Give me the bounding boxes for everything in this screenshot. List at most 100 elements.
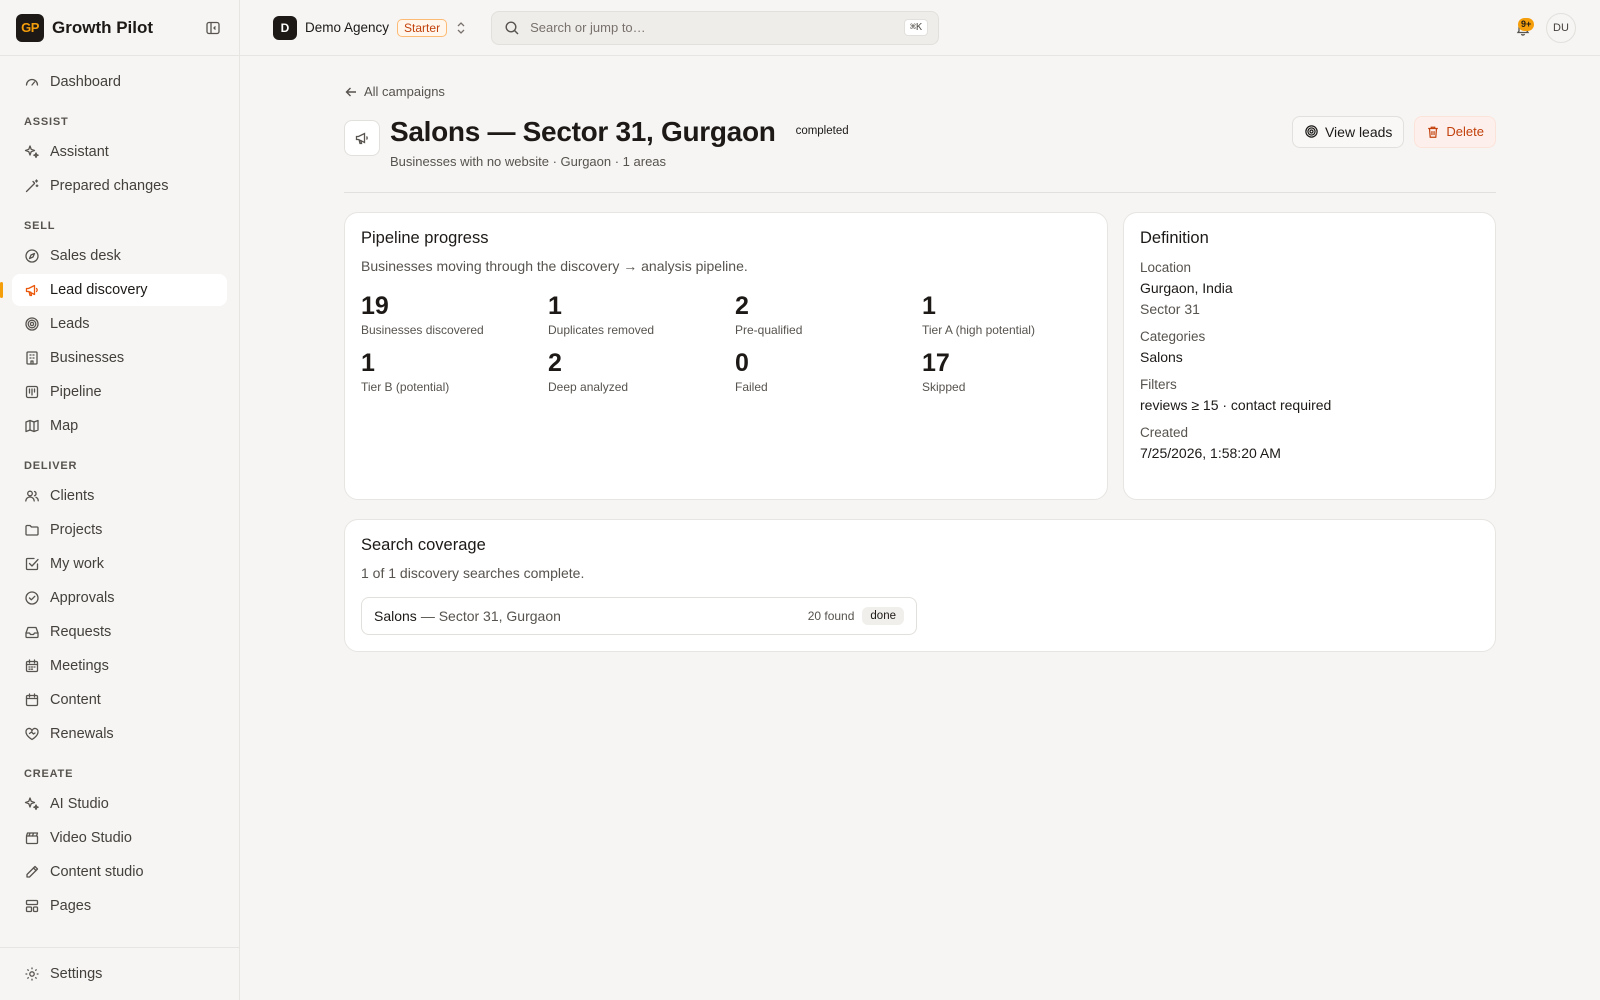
sidebar-item-ai-studio[interactable]: AI Studio (12, 788, 227, 820)
wand-icon (24, 178, 40, 194)
pen-icon (24, 864, 40, 880)
delete-button[interactable]: Delete (1414, 115, 1496, 148)
clapperboard-icon (24, 830, 40, 846)
sidebar-item-content[interactable]: Content (12, 684, 227, 716)
brand-logo[interactable]: GP (16, 13, 44, 42)
sidebar-item-label: Businesses (50, 350, 125, 366)
sidebar: GP Growth Pilot Dashboard ASSIST Assistant… (0, 0, 240, 1000)
stat-value: 2 (548, 348, 562, 377)
sidebar-item-dashboard[interactable]: Dashboard (12, 66, 227, 98)
sidebar-item-clients[interactable]: Clients (12, 480, 227, 512)
notifications-button[interactable]: 9+ (1512, 17, 1535, 39)
workspace-switcher[interactable]: D Demo Agency Starter (273, 15, 467, 40)
def-filters: Filters reviews ≥ 15 · contact required (1140, 377, 1479, 413)
topbar: D Demo Agency Starter ⌘K 9+ DU (240, 0, 1600, 56)
stat-item: 17 Skipped (922, 349, 1109, 394)
def-sub: Sector 31 (1140, 300, 1200, 317)
sidebar-item-assistant[interactable]: Assistant (12, 136, 227, 168)
def-label: Created (1140, 424, 1189, 440)
coverage-list: Salons — Sector 31, Gurgaon 20 found done (361, 596, 1479, 635)
back-link[interactable]: All campaigns (344, 84, 445, 99)
building-icon (24, 350, 40, 366)
definition-title: Definition (1140, 228, 1209, 247)
sidebar-item-requests[interactable]: Requests (12, 616, 227, 648)
kanban-icon (24, 384, 40, 400)
compass-icon (24, 248, 40, 264)
sidebar-section-deliver: DELIVER (24, 460, 78, 472)
sparkles-icon (24, 796, 40, 812)
workspace-avatar: D (273, 15, 297, 40)
megaphone-icon (344, 119, 380, 156)
target-icon (24, 316, 40, 332)
pipeline-card: Pipeline progress Businesses moving thro… (344, 211, 1109, 500)
cards-row: Pipeline progress Businesses moving thro… (344, 211, 1496, 500)
def-value: Gurgaon, India (1140, 279, 1233, 296)
sidebar-footer: Settings (0, 947, 239, 1000)
notification-badge: 9+ (1518, 17, 1535, 31)
sidebar-item-map[interactable]: Map (12, 410, 227, 442)
sidebar-item-approvals[interactable]: Approvals (12, 582, 227, 614)
sidebar-item-label: Approvals (50, 590, 115, 606)
user-avatar[interactable]: DU (1546, 12, 1576, 43)
sidebar-item-pages[interactable]: Pages (12, 890, 227, 922)
workspace-name: Demo Agency (305, 20, 390, 35)
def-label: Filters (1140, 376, 1177, 392)
stat-item: 1 Tier A (high potential) (922, 292, 1109, 337)
sidebar-item-label: My work (50, 556, 104, 572)
map-icon (24, 418, 40, 434)
def-label: Location (1140, 259, 1192, 275)
sidebar-item-prepared-changes[interactable]: Prepared changes (12, 170, 227, 202)
def-label: Categories (1140, 328, 1206, 344)
sidebar-item-label: Requests (50, 624, 112, 640)
sidebar-item-content-studio[interactable]: Content studio (12, 856, 227, 888)
arrow-left-icon (344, 85, 358, 99)
sidebar-item-leads[interactable]: Leads (12, 308, 227, 340)
gauge-icon (24, 74, 40, 90)
stat-value: 2 (735, 291, 749, 320)
sidebar-item-my-work[interactable]: My work (12, 548, 227, 580)
back-link-label: All campaigns (364, 84, 445, 99)
brand-name[interactable]: Growth Pilot (52, 18, 203, 38)
stat-label: Duplicates removed (548, 322, 655, 337)
sparkles-icon (24, 144, 40, 160)
sidebar-item-label: Pipeline (50, 384, 102, 400)
search-bar[interactable]: ⌘K (491, 10, 940, 45)
stat-label: Tier B (potential) (361, 379, 450, 394)
search-input[interactable] (530, 20, 905, 35)
search-shortcut: ⌘K (904, 19, 929, 36)
def-categories: Categories Salons (1140, 329, 1479, 365)
layout-icon (24, 898, 40, 914)
pipeline-description: Businesses moving through the discovery … (361, 257, 748, 274)
stat-value: 19 (361, 291, 389, 320)
stat-item: 2 Deep analyzed (548, 349, 735, 394)
stat-value: 1 (548, 291, 562, 320)
stat-value: 1 (922, 291, 936, 320)
sidebar-item-label: Prepared changes (50, 178, 169, 194)
heart-handshake-icon (24, 726, 40, 742)
view-leads-button[interactable]: View leads (1291, 115, 1405, 148)
sidebar-collapse-icon[interactable] (203, 18, 223, 38)
chevrons-up-down-icon (455, 21, 467, 35)
coverage-description: 1 of 1 discovery searches complete. (361, 564, 585, 581)
stat-item: 1 Tier B (potential) (361, 349, 548, 394)
coverage-status-badge: done (862, 606, 904, 625)
view-leads-label: View leads (1324, 123, 1393, 140)
folder-icon (24, 522, 40, 538)
sidebar-item-businesses[interactable]: Businesses (12, 342, 227, 374)
sidebar-item-video-studio[interactable]: Video Studio (12, 822, 227, 854)
brand: GP Growth Pilot (0, 0, 239, 56)
sidebar-item-label: Meetings (50, 658, 109, 674)
sidebar-item-renewals[interactable]: Renewals (12, 718, 227, 750)
sidebar-item-sales-desk[interactable]: Sales desk (12, 240, 227, 272)
sidebar-section-sell: SELL (24, 220, 56, 232)
sidebar-item-settings[interactable]: Settings (12, 958, 227, 990)
sidebar-item-label: Pages (50, 898, 92, 914)
sidebar-item-label: Clients (50, 488, 95, 504)
sidebar-item-meetings[interactable]: Meetings (12, 650, 227, 682)
stat-item: 2 Pre-qualified (735, 292, 922, 337)
sidebar-item-projects[interactable]: Projects (12, 514, 227, 546)
sidebar-item-lead-discovery[interactable]: Lead discovery (0, 274, 227, 306)
sidebar-item-pipeline[interactable]: Pipeline (12, 376, 227, 408)
stat-value: 0 (735, 348, 749, 377)
users-icon (24, 488, 40, 504)
